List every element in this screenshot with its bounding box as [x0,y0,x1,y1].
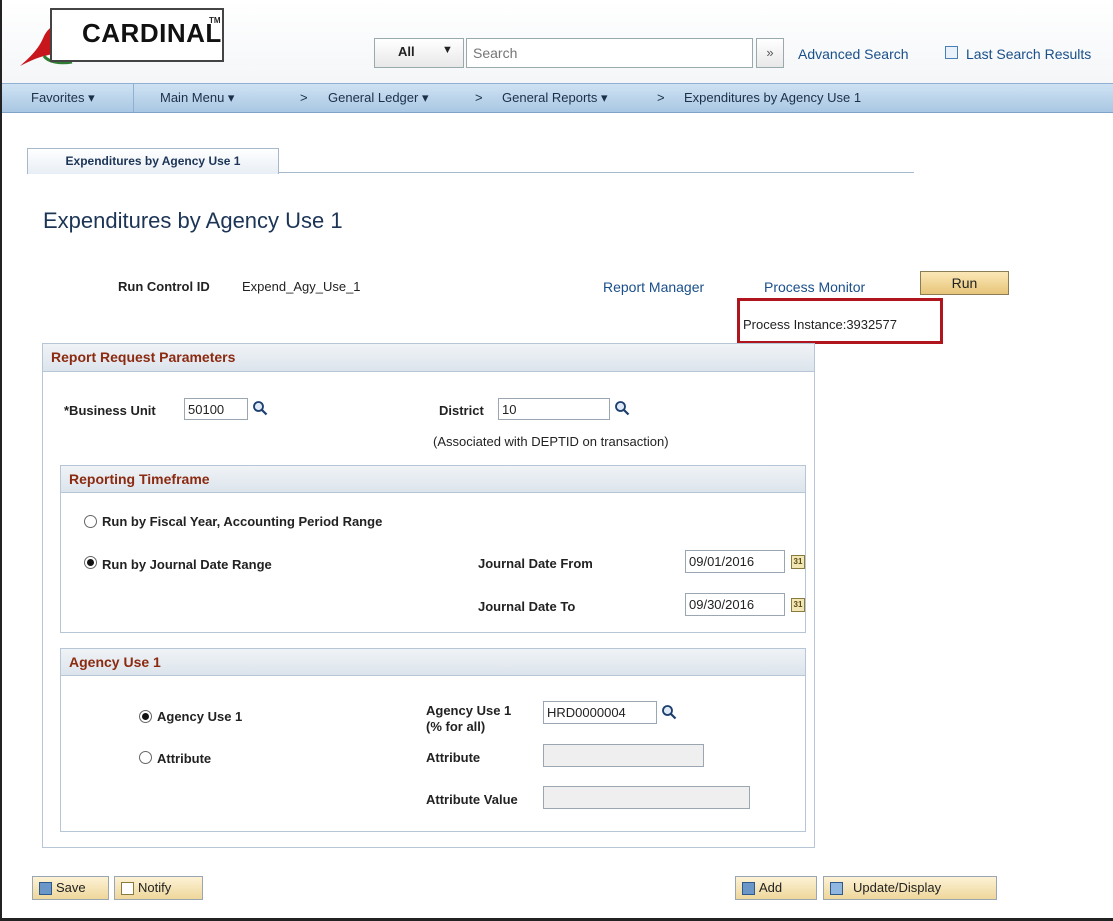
add-button-label: Add [759,880,783,895]
attribute-field-label: Attribute [426,750,481,765]
add-button[interactable]: Add [735,876,817,900]
run-button[interactable]: Run [920,271,1009,295]
run-control-value: Expend_Agy_Use_1 [242,279,361,294]
district-field[interactable] [498,398,610,420]
nav-main-menu[interactable]: Main Menu ▾ [160,90,234,106]
search-results-icon[interactable] [945,46,958,59]
tab-underline [279,172,914,173]
logo-trademark: TM [209,16,221,25]
save-button-label: Save [56,880,86,895]
journal-date-from-label: Journal Date From [478,556,593,571]
district-label: District [439,403,484,418]
attribute-field[interactable] [543,744,704,767]
fiscal-year-option-label: Run by Fiscal Year, Accounting Period Ra… [102,514,383,529]
attribute-value-field[interactable] [543,786,750,809]
save-icon [39,882,52,896]
update-display-icon [830,882,843,896]
advanced-search-link[interactable]: Advanced Search [798,46,909,62]
nav-general-ledger[interactable]: General Ledger ▾ [328,90,428,106]
process-monitor-link[interactable]: Process Monitor [764,279,865,295]
notify-button[interactable]: Notify [114,876,203,900]
logo-text: CARDINAL [82,18,222,48]
search-go-button[interactable]: » [756,38,784,68]
district-note: (Associated with DEPTID on transaction) [433,434,669,449]
agency-use-field[interactable] [543,701,657,724]
reporting-timeframe-title: Reporting Timeframe [61,466,805,493]
attribute-value-field-label: Attribute Value [426,792,518,807]
nav-separator: > [300,90,308,105]
journal-date-from-field[interactable] [685,550,785,573]
report-request-parameters-title: Report Request Parameters [43,344,814,372]
run-control-label: Run Control ID [118,279,210,294]
save-button[interactable]: Save [32,876,109,900]
calendar-icon[interactable]: 31 [791,555,805,569]
notify-button-label: Notify [138,880,172,895]
district-lookup-icon[interactable] [614,400,630,416]
agency-use-field-label: Agency Use 1 [426,703,512,718]
chevron-down-icon: ▼ [442,44,453,56]
search-input[interactable] [466,38,753,68]
nav-separator: > [475,90,483,105]
search-scope-value: All [398,44,415,59]
page-title: Expenditures by Agency Use 1 [43,208,343,233]
update-display-button[interactable]: Update/Display [823,876,997,900]
attribute-radio[interactable] [139,751,152,764]
notify-icon [121,882,134,896]
business-unit-label: *Business Unit [64,403,156,418]
calendar-icon[interactable]: 31 [791,598,805,612]
journal-date-to-field[interactable] [685,593,785,616]
nav-separator: > [657,90,665,105]
nav-general-reports[interactable]: General Reports ▾ [502,90,608,106]
window-border-left [0,0,2,921]
report-manager-link[interactable]: Report Manager [603,279,704,295]
agency-use-option-label: Agency Use 1 [157,709,243,724]
agency-use-lookup-icon[interactable] [661,704,677,720]
fiscal-year-radio[interactable] [84,515,97,528]
journal-date-option-label: Run by Journal Date Range [102,557,272,572]
tab-expenditures-agency-use-1[interactable]: Expenditures by Agency Use 1 [27,148,279,174]
add-icon [742,882,755,896]
last-search-results-link[interactable]: Last Search Results [966,46,1091,62]
nav-current-page: Expenditures by Agency Use 1 [684,90,862,105]
agency-use-radio[interactable] [139,710,152,723]
journal-date-to-label: Journal Date To [478,599,576,614]
journal-date-radio[interactable] [84,556,97,569]
nav-divider [133,84,134,112]
agency-use-title: Agency Use 1 [61,649,805,676]
update-display-button-label: Update/Display [853,880,942,895]
attribute-option-label: Attribute [157,751,212,766]
agency-use-field-sublabel: (% for all) [426,719,486,734]
business-unit-lookup-icon[interactable] [252,400,268,416]
nav-favorites[interactable]: Favorites ▾ [31,90,95,106]
business-unit-field[interactable] [184,398,248,420]
process-instance-text: Process Instance:3932577 [743,317,897,332]
